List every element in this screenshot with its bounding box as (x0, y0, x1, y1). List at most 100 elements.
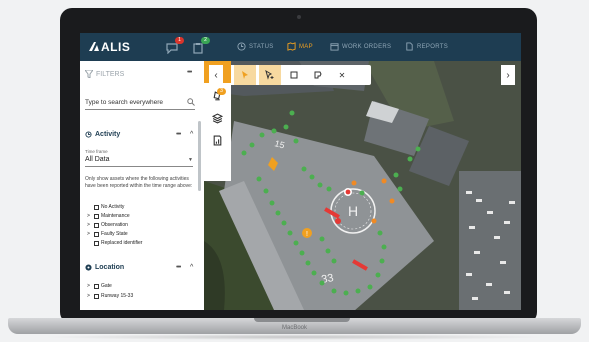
checkbox[interactable] (94, 213, 99, 219)
laptop-shadow (40, 334, 549, 340)
logo-text: ALIS (101, 40, 131, 54)
option-label: Observation (101, 222, 128, 228)
layers-icon (212, 112, 223, 124)
box-select-button[interactable] (283, 65, 305, 85)
location-collapse-chevron-icon[interactable]: ^ (190, 264, 193, 271)
notifications-tasks-button[interactable]: 2 (192, 37, 210, 54)
map-marker-selected (344, 188, 352, 196)
filters-title: FILTERS (96, 70, 125, 78)
map-layers-tool[interactable] (204, 107, 231, 129)
option-label: Replaced identifier (101, 240, 143, 246)
location-section-title[interactable]: Location (85, 264, 124, 271)
expand-arrow-icon[interactable]: > (87, 293, 92, 299)
logo-mark-icon (89, 40, 99, 54)
option-label: Maintenance (101, 213, 130, 219)
time-frame-select[interactable]: All Data ▼ (85, 156, 193, 167)
filters-menu-button[interactable]: ••• (187, 69, 192, 76)
activity-title-text: Activity (95, 131, 121, 138)
checkbox[interactable] (94, 240, 99, 246)
box-select-icon (290, 71, 298, 79)
checkbox[interactable] (94, 231, 99, 237)
map-view[interactable]: H 15 33 ! 3 ‹ ✕ › (204, 61, 521, 310)
clipboard-icon (193, 43, 203, 54)
location-menu-button[interactable]: ••• (176, 264, 181, 271)
history-icon (85, 131, 92, 138)
activity-option-replaced-identifier[interactable]: Replaced identifier (87, 240, 142, 246)
search-icon (187, 98, 195, 106)
panel-scrollbar[interactable] (198, 121, 201, 191)
checkbox[interactable] (94, 283, 99, 289)
close-toolbar-button[interactable]: ✕ (331, 65, 353, 85)
map-lamp-tool[interactable]: 3 (204, 85, 231, 107)
expand-arrow-icon[interactable]: > (87, 283, 92, 289)
time-frame-label: Time frame (85, 149, 108, 154)
checkbox[interactable] (94, 204, 99, 210)
tasks-count-badge: 2 (201, 37, 210, 44)
option-label: Runway 15-33 (101, 293, 134, 299)
chevron-right-icon: › (506, 69, 510, 81)
location-option-gate[interactable]: > Gate (87, 283, 112, 289)
close-icon: ✕ (338, 70, 346, 80)
location-title-text: Location (95, 264, 125, 271)
select-cursor-icon (242, 71, 248, 79)
expand-arrow-icon[interactable]: > (87, 222, 92, 228)
filter-icon (85, 70, 93, 78)
activity-option-no-activity[interactable]: No Activity (87, 204, 124, 210)
chevron-left-icon: ‹ (214, 69, 218, 81)
chat-count-badge: 1 (175, 37, 184, 44)
notifications-chat-button[interactable]: 1 (166, 37, 184, 55)
collapse-panel-button[interactable]: ‹ (209, 65, 223, 85)
filters-header: FILTERS (85, 70, 124, 78)
location-pin-icon (85, 264, 92, 271)
svg-text:!: ! (306, 231, 308, 238)
device-brand: MacBook (281, 325, 307, 331)
camera (297, 15, 301, 19)
activity-option-faulty-state[interactable]: > Faulty State (87, 231, 128, 237)
selection-toolbar: ✕ (231, 65, 371, 85)
time-frame-value: All Data (85, 156, 110, 163)
app-logo[interactable]: ALIS (89, 40, 130, 54)
activity-collapse-chevron-icon[interactable]: ^ (190, 131, 193, 138)
select-cursor-button[interactable] (234, 65, 256, 85)
lasso-select-icon (314, 71, 322, 79)
nav-map-label: MAP (299, 43, 313, 50)
nav-status-label: STATUS (249, 43, 274, 50)
base-notch (254, 318, 350, 322)
nav-work-orders-label: WORK ORDERS (342, 43, 392, 50)
nav-reports-label: REPORTS (417, 43, 448, 50)
report-icon (213, 135, 222, 145)
activity-description: Only show assets where the following act… (85, 176, 193, 189)
activity-section-title[interactable]: Activity (85, 131, 120, 138)
nav-work-orders[interactable]: WORK ORDERS (330, 42, 391, 51)
filters-panel: FILTERS ••• Type to search everywhere Ac… (80, 61, 205, 310)
top-bar: ALIS 1 2 STATUS MAP WORK ORDERS REPORTS (80, 33, 521, 61)
option-label: Gate (101, 283, 112, 289)
helipad-label: H (348, 203, 358, 219)
lasso-select-button[interactable] (307, 65, 329, 85)
map-report-tool[interactable] (204, 129, 231, 151)
nav-map[interactable]: MAP (287, 42, 313, 51)
activity-menu-button[interactable]: ••• (176, 131, 181, 138)
nav-reports[interactable]: REPORTS (405, 42, 448, 51)
lamp-tool-badge: 3 (217, 88, 226, 95)
expand-arrow-icon[interactable]: > (87, 231, 92, 237)
chevron-down-icon: ▼ (188, 157, 193, 163)
checkbox[interactable] (94, 222, 99, 228)
activity-option-maintenance[interactable]: > Maintenance (87, 213, 130, 219)
screen: ALIS 1 2 STATUS MAP WORK ORDERS REPORTS (80, 33, 521, 310)
nav-status[interactable]: STATUS (237, 42, 274, 51)
search-input[interactable]: Type to search everywhere (85, 97, 195, 110)
checkbox[interactable] (94, 293, 99, 299)
map-marker-warning: ! (302, 228, 312, 238)
add-cursor-icon (265, 70, 274, 80)
add-cursor-button[interactable] (259, 65, 281, 85)
location-option-runway[interactable]: > Runway 15-33 (87, 293, 133, 299)
expand-right-panel-button[interactable]: › (501, 65, 515, 85)
expand-arrow-icon[interactable]: > (87, 213, 92, 219)
activity-option-observation[interactable]: > Observation (87, 222, 128, 228)
chat-icon (166, 43, 178, 55)
document-icon (406, 42, 413, 51)
calendar-icon (330, 43, 339, 51)
satellite-map: H 15 33 ! (204, 61, 521, 310)
option-label: No Activity (101, 204, 125, 210)
